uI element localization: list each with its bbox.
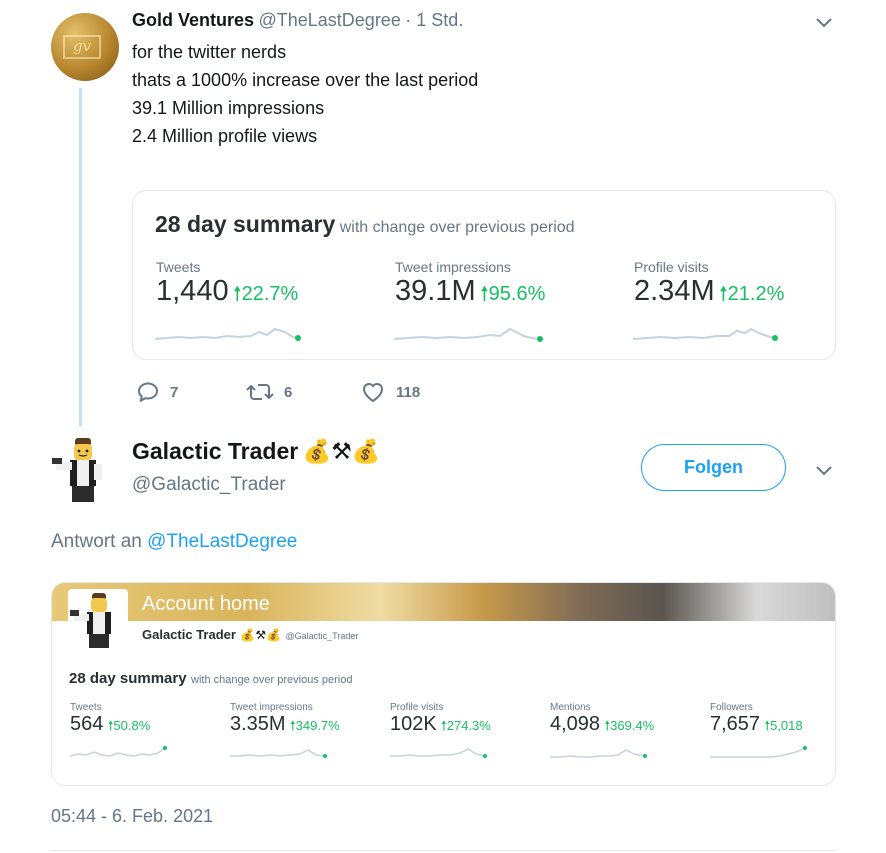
- stat-change: 50.8%: [113, 718, 151, 733]
- reply-icon: [137, 382, 159, 403]
- stat-label: Tweets: [156, 259, 201, 275]
- stat-tweets: Tweets 564 🠕50.8%: [70, 702, 150, 739]
- stat-value: 39.1M: [395, 275, 476, 307]
- up-arrow-icon: 🠕: [719, 283, 728, 305]
- analytics-card[interactable]: 28 day summary with change over previous…: [132, 190, 836, 360]
- author-handle[interactable]: @TheLastDegree: [258, 10, 400, 30]
- chevron-down-icon[interactable]: [812, 10, 836, 39]
- avatar-logo: gv: [63, 35, 101, 59]
- like-count: 118: [396, 383, 421, 401]
- stat-change: 349.7%: [295, 718, 340, 733]
- reply-button[interactable]: 7: [136, 380, 178, 404]
- stat-change: 95.6%: [488, 283, 546, 305]
- up-arrow-icon: 🠕: [480, 283, 489, 305]
- tweet-text: for the twitter nerds thats a 1000% incr…: [132, 38, 478, 150]
- account-handle: @Galactic_Trader: [285, 631, 359, 641]
- stat-change: 22.7%: [241, 283, 299, 305]
- emoji-badge: 💰⚒💰: [302, 438, 381, 464]
- sparkline: [155, 327, 301, 341]
- divider: [51, 850, 836, 851]
- stat-value: 102K: [390, 713, 437, 735]
- author-row: Galactic Trader 💰⚒💰: [132, 438, 381, 465]
- summary-title: 28 day summary: [69, 670, 187, 687]
- stat-label: Profile visits: [634, 259, 709, 275]
- tweet-time[interactable]: · 1 Std.: [405, 10, 463, 30]
- stat-profile-visits: Profile visits 102K 🠕274.3%: [390, 702, 491, 739]
- up-arrow-icon: 🠕: [233, 283, 242, 305]
- sparkline: [710, 746, 807, 758]
- sparkline: [633, 327, 778, 341]
- follow-button[interactable]: Folgen: [641, 444, 786, 491]
- author-name[interactable]: Galactic Trader: [132, 438, 298, 464]
- stat-label: Mentions: [550, 702, 591, 713]
- stat-value: 2.34M: [634, 275, 715, 307]
- author-handle[interactable]: @Galactic_Trader: [132, 474, 286, 496]
- avatar[interactable]: gv: [51, 13, 119, 81]
- sparkline: [390, 748, 487, 758]
- stat-label: Tweet impressions: [395, 259, 511, 275]
- stat-label: Profile visits: [390, 702, 444, 713]
- heart-icon: [362, 383, 384, 403]
- stat-change: 5,018: [770, 718, 803, 733]
- stat-mentions: Mentions 4,098 🠕369.4%: [550, 702, 654, 739]
- stat-value: 564: [70, 713, 104, 735]
- stat-label: Tweet impressions: [230, 702, 313, 713]
- stat-value: 3.35M: [230, 713, 286, 735]
- summary-subtitle: with change over previous period: [191, 674, 353, 686]
- stat-value: 4,098: [550, 713, 601, 735]
- tweet-line: thats a 1000% increase over the last per…: [132, 70, 479, 90]
- author-name[interactable]: Gold Ventures: [132, 10, 254, 30]
- tweet-line: for the twitter nerds: [132, 42, 287, 62]
- stat-value: 7,657: [710, 713, 761, 735]
- retweet-count: 6: [284, 383, 293, 401]
- stat-change: 21.2%: [727, 283, 785, 305]
- account-row: Galactic Trader 💰⚒💰 @Galactic_Trader: [142, 626, 358, 644]
- stat-impressions: Tweet impressions 39.1M 🠕95.6%: [395, 259, 545, 313]
- sparkline: [394, 327, 543, 342]
- stat-change: 369.4%: [610, 718, 655, 733]
- like-button[interactable]: 118: [360, 380, 420, 404]
- stat-change: 274.3%: [446, 718, 491, 733]
- attached-image[interactable]: Account home Galactic Trader 💰⚒💰 @Galact…: [51, 582, 836, 786]
- account-name: Galactic Trader: [142, 627, 236, 642]
- stat-profile-visits: Profile visits 2.34M 🠕21.2%: [634, 259, 784, 313]
- retweet-icon: [246, 384, 274, 400]
- sparkline: [230, 749, 327, 758]
- stat-label: Tweets: [70, 702, 102, 713]
- reply-context: Antwort an @TheLastDegree: [51, 531, 297, 553]
- reply-mention-link[interactable]: @TheLastDegree: [147, 531, 297, 552]
- chevron-down-icon[interactable]: [812, 458, 836, 487]
- avatar[interactable]: [50, 436, 110, 504]
- reply-prefix: Antwort an: [51, 531, 142, 552]
- sparkline: [70, 746, 167, 757]
- timestamp[interactable]: 05:44 - 6. Feb. 2021: [51, 806, 213, 827]
- stat-tweets: Tweets 1,440 🠕22.7%: [156, 259, 298, 313]
- account-emoji: 💰⚒💰: [240, 628, 282, 642]
- banner-title: Account home: [142, 593, 270, 615]
- tweet-line: 2.4 Million profile views: [132, 126, 318, 146]
- stat-followers: Followers 7,657 🠕5,018: [710, 702, 803, 739]
- account-avatar: [68, 589, 128, 651]
- retweet-button[interactable]: 6: [246, 380, 292, 404]
- sparkline: [550, 749, 647, 758]
- stat-impressions: Tweet impressions 3.35M 🠕349.7%: [230, 702, 340, 739]
- thread-line: [79, 88, 82, 426]
- stat-value: 1,440: [156, 275, 229, 307]
- reply-count: 7: [170, 383, 179, 401]
- tweet-line: 39.1 Million impressions: [132, 98, 325, 118]
- summary-title: 28 day summary: [155, 211, 336, 237]
- summary-subtitle: with change over previous period: [339, 219, 575, 236]
- stat-label: Followers: [710, 702, 753, 713]
- tweet-header: Gold Ventures @TheLastDegree · 1 Std.: [132, 10, 463, 31]
